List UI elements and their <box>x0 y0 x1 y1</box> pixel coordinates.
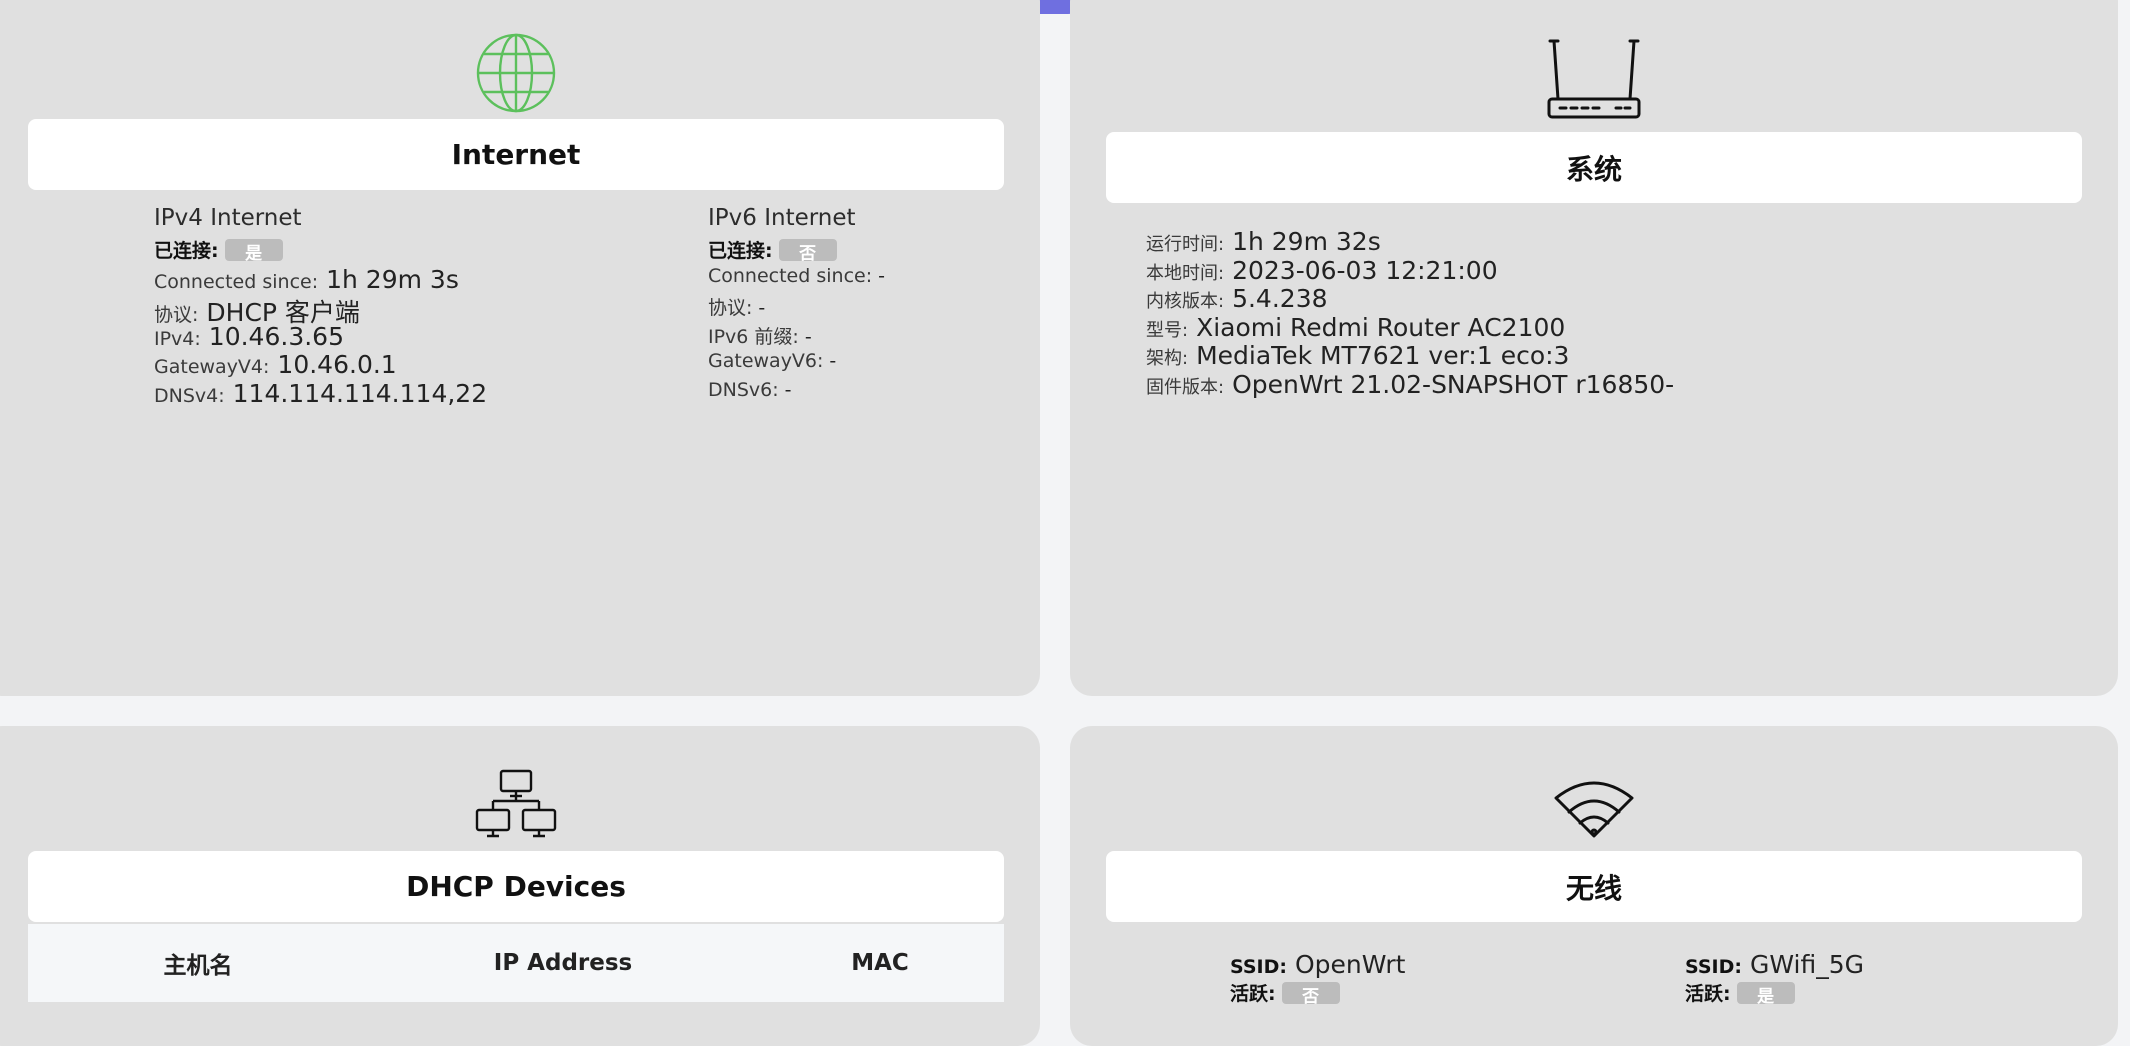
model-value: Xiaomi Redmi Router AC2100 <box>1196 312 1566 342</box>
column-mac[interactable]: MAC <box>851 950 909 976</box>
ipv6-protocol-label: 协议: <box>708 297 753 319</box>
ipv6-connected-badge: 否 <box>778 239 837 262</box>
ipv4-protocol-label: 协议: <box>154 304 199 326</box>
radio-1-ssid-row: SSID: OpenWrt <box>1230 950 1405 979</box>
ipv6-prefix-row: IPv6 前缀: - <box>708 322 885 351</box>
column-ip-address[interactable]: IP Address <box>494 950 632 976</box>
radio-2-active-badge: 是 <box>1736 981 1795 1004</box>
ipv4-column: IPv4 Internet 已连接: 是 Connected since: 1h… <box>154 205 487 408</box>
radio-1-ssid-value: OpenWrt <box>1294 950 1406 979</box>
architecture-value: MediaTek MT7621 ver:1 eco:3 <box>1196 341 1570 370</box>
ipv4-address-value: 10.46.3.65 <box>208 321 344 351</box>
ipv6-gateway-row: GatewayV6: - <box>708 350 885 379</box>
ipv6-dns-row: DNSv6: - <box>708 379 885 408</box>
internet-title: Internet <box>28 119 1004 190</box>
column-hostname[interactable]: 主机名 <box>164 946 233 980</box>
ipv6-gateway-value: - <box>829 350 837 372</box>
firmware-value: OpenWrt 21.02-SNAPSHOT r16850- <box>1232 369 1675 399</box>
system-row-architecture: 架构: MediaTek MT7621 ver:1 eco:3 <box>1146 341 1674 370</box>
system-row-firmware: 固件版本: OpenWrt 21.02-SNAPSHOT r16850- <box>1146 370 1674 399</box>
ipv4-connected-label: 已连接: <box>154 240 219 262</box>
globe-icon <box>475 32 557 114</box>
network-devices-icon <box>475 768 557 840</box>
radio-1-ssid-label: SSID: <box>1230 956 1287 978</box>
ipv4-dns-row: DNSv4: 114.114.114.114,22 <box>154 379 487 408</box>
system-row-model: 型号: Xiaomi Redmi Router AC2100 <box>1146 313 1674 342</box>
wireless-card: 无线 SSID: OpenWrt 活跃: 否 SSID: GWifi_5G 活跃… <box>1070 726 2118 1046</box>
system-card: 系统 运行时间: 1h 29m 32s 本地时间: 2023-06-03 12:… <box>1070 0 2118 696</box>
ipv4-gateway-label: GatewayV4: <box>154 356 270 378</box>
local-time-value: 2023-06-03 12:21:00 <box>1232 255 1498 285</box>
radio-2-ssid-label: SSID: <box>1685 956 1742 978</box>
ipv6-column: IPv6 Internet 已连接: 否 Connected since: - … <box>708 205 885 407</box>
kernel-label: 内核版本: <box>1146 291 1225 312</box>
ipv6-heading: IPv6 Internet <box>708 205 856 231</box>
ipv6-since-row: Connected since: - <box>708 265 885 294</box>
internet-card: Internet IPv4 Internet 已连接: 是 Connected … <box>0 0 1040 696</box>
ipv4-address-label: IPv4: <box>154 327 201 350</box>
ipv4-since-value: 1h 29m 3s <box>326 264 459 294</box>
system-title: 系统 <box>1106 132 2082 203</box>
router-icon <box>1546 37 1642 121</box>
radio-1-active-label: 活跃: <box>1230 982 1276 1005</box>
wireless-radio-1: SSID: OpenWrt 活跃: 否 <box>1230 950 1405 1007</box>
radio-1-active-badge: 否 <box>1281 981 1340 1004</box>
dhcp-card: DHCP Devices 主机名 IP Address MAC <box>0 726 1040 1046</box>
wifi-icon <box>1553 776 1635 838</box>
radio-2-active-label: 活跃: <box>1685 982 1731 1005</box>
ipv4-connected-badge: 是 <box>224 239 283 262</box>
ipv4-dns-value: 114.114.114.114,22 <box>232 378 488 408</box>
ipv4-since-row: Connected since: 1h 29m 3s <box>154 265 487 294</box>
ipv4-address-row: IPv4: 10.46.3.65 <box>154 322 487 351</box>
ipv6-prefix-label: IPv6 前缀: <box>708 325 799 348</box>
dhcp-table-header: 主机名 IP Address MAC <box>28 924 1004 1002</box>
system-row-uptime: 运行时间: 1h 29m 32s <box>1146 227 1674 256</box>
ipv4-dns-label: DNSv4: <box>154 384 225 407</box>
architecture-label: 架构: <box>1146 348 1189 369</box>
ipv6-since-value: - <box>878 264 885 287</box>
system-row-local-time: 本地时间: 2023-06-03 12:21:00 <box>1146 256 1674 285</box>
ipv6-prefix-value: - <box>804 325 812 348</box>
uptime-label: 运行时间: <box>1146 234 1225 255</box>
kernel-value: 5.4.238 <box>1232 284 1328 313</box>
radio-2-active-row: 活跃: 是 <box>1685 979 1864 1008</box>
ipv6-dns-label: DNSv6: <box>708 378 779 401</box>
local-time-label: 本地时间: <box>1146 262 1225 284</box>
ipv6-connected-row: 已连接: 否 <box>708 236 885 265</box>
ipv4-since-label: Connected since: <box>154 270 319 293</box>
radio-1-active-row: 活跃: 否 <box>1230 979 1405 1008</box>
ipv4-gateway-value: 10.46.0.1 <box>277 350 397 379</box>
system-row-kernel: 内核版本: 5.4.238 <box>1146 284 1674 313</box>
ipv4-heading: IPv4 Internet <box>154 205 302 231</box>
dhcp-title: DHCP Devices <box>28 851 1004 922</box>
ipv6-connected-label: 已连接: <box>708 240 773 262</box>
ipv6-protocol-value: - <box>758 297 766 319</box>
ipv6-gateway-label: GatewayV6: <box>708 350 824 372</box>
firmware-label: 固件版本: <box>1146 376 1225 398</box>
radio-2-ssid-row: SSID: GWifi_5G <box>1685 950 1864 979</box>
radio-2-ssid-value: GWifi_5G <box>1749 950 1864 979</box>
uptime-value: 1h 29m 32s <box>1232 227 1381 256</box>
wireless-radio-2: SSID: GWifi_5G 活跃: 是 <box>1685 950 1864 1007</box>
ipv6-dns-value: - <box>784 378 792 401</box>
system-info-list: 运行时间: 1h 29m 32s 本地时间: 2023-06-03 12:21:… <box>1146 227 1674 399</box>
ipv6-since-label: Connected since: <box>708 264 873 287</box>
model-label: 型号: <box>1146 319 1189 341</box>
ipv4-gateway-row: GatewayV4: 10.46.0.1 <box>154 350 487 379</box>
ipv6-protocol-row: 协议: - <box>708 293 885 322</box>
wireless-title: 无线 <box>1106 851 2082 922</box>
ipv4-protocol-row: 协议: DHCP 客户端 <box>154 293 487 327</box>
ipv4-connected-row: 已连接: 是 <box>154 236 487 265</box>
